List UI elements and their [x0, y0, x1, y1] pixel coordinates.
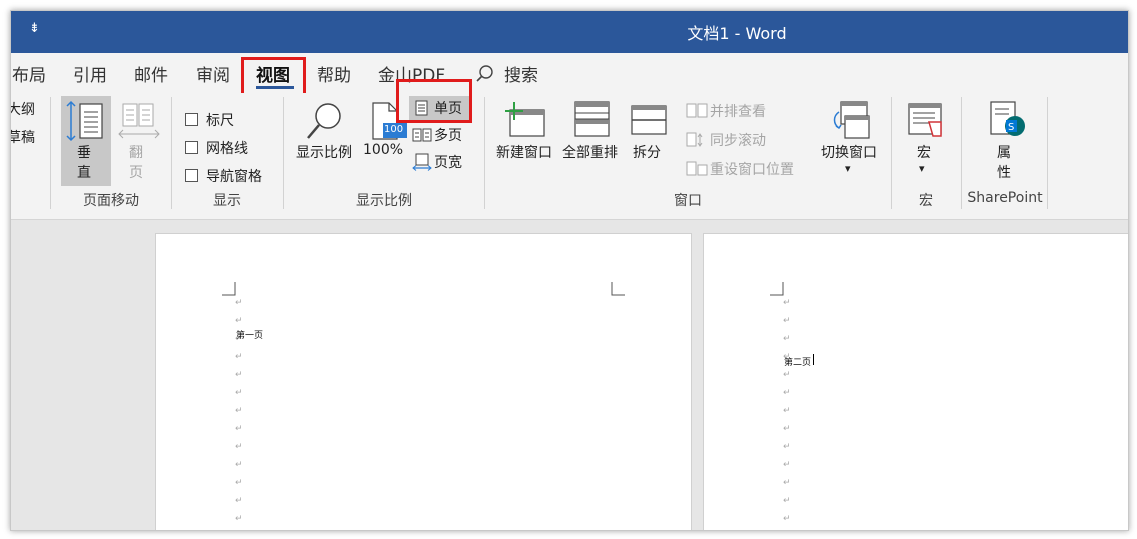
tab-review[interactable]: 审阅 — [196, 61, 230, 86]
crop-mark-top-left — [222, 282, 236, 296]
switch-windows-button[interactable]: 切换窗口 ▾ — [817, 96, 883, 186]
crop-mark-top-left — [770, 282, 784, 296]
flip-label-1: 翻 — [129, 145, 143, 161]
magnifier-icon — [307, 103, 341, 139]
document-area[interactable]: ↵ ↵ ↵ ↵ ↵ ↵ ↵ ↵ ↵ ↵ ↵ ↵ ↵ 第一页 ↵ ↵ ↵ ↵ ↵ ↵ ↵ ↵ ↵ ↵ ↵ ↵ ↵ 第二页 — [11, 220, 1128, 530]
sync-scrolling-button[interactable]: 同步滚动 — [684, 130, 804, 152]
window-group-label: 窗口 — [674, 193, 702, 209]
gridlines-checkbox[interactable] — [185, 141, 198, 154]
macros-group-label: 宏 — [919, 193, 933, 209]
crop-mark-top-right — [611, 282, 625, 296]
word-window: ⇟ 文档1 - Word 布局 引用 邮件 审阅 视图 帮助 金山PDF 搜索 … — [10, 10, 1129, 531]
tab-layout[interactable]: 布局 — [12, 61, 46, 86]
vertical-page-icon — [66, 100, 103, 142]
page-1[interactable]: ↵ ↵ ↵ ↵ ↵ ↵ ↵ ↵ ↵ ↵ ↵ ↵ ↵ 第一页 — [155, 233, 692, 530]
title-bar: ⇟ 文档1 - Word — [11, 11, 1128, 53]
properties-label-1: 属 — [997, 145, 1011, 161]
nav-pane-checkbox[interactable] — [185, 169, 198, 182]
side-by-side-icon — [686, 103, 708, 118]
sync-scrolling-label: 同步滚动 — [710, 133, 766, 149]
sharepoint-properties-button[interactable]: S 属 性 — [981, 96, 1031, 186]
split-button[interactable]: 拆分 — [627, 96, 671, 186]
reset-window-position-button[interactable]: 重设窗口位置 — [684, 159, 814, 181]
macros-caret: ▾ — [919, 162, 925, 175]
page-2[interactable]: ↵ ↵ ↵ ↵ ↵ ↵ ↵ ↵ ↵ ↵ ↵ ↵ ↵ 第二页 — [703, 233, 1128, 530]
tab-help[interactable]: 帮助 — [317, 61, 351, 86]
page-2-text: 第二页 — [784, 358, 812, 368]
tab-mailings[interactable]: 邮件 — [134, 61, 168, 86]
split-label: 拆分 — [633, 145, 661, 161]
page-width-label: 页宽 — [434, 155, 462, 171]
page-movement-group-label: 页面移动 — [83, 193, 139, 209]
multiple-pages-icon — [412, 128, 432, 142]
sharepoint-properties-icon: S — [990, 101, 1025, 136]
reset-window-position-label: 重设窗口位置 — [710, 162, 794, 178]
page-width-icon — [412, 153, 432, 171]
flip-page-icon — [118, 103, 160, 139]
arrange-all-icon — [574, 101, 610, 137]
ribbon: 大纲 草稿 垂 直 — [11, 93, 1128, 220]
macros-label: 宏 — [917, 145, 931, 161]
multiple-pages-label: 多页 — [434, 128, 462, 144]
new-window-label: 新建窗口 — [496, 145, 552, 161]
switch-windows-label: 切换窗口 — [821, 145, 877, 161]
text-cursor — [813, 354, 814, 365]
zoom-group-label: 显示比例 — [356, 193, 412, 209]
tab-search[interactable]: 搜索 — [504, 61, 538, 86]
flip-label-2: 页 — [129, 165, 143, 181]
tab-references[interactable]: 引用 — [73, 61, 107, 86]
paragraph-marks: ↵ ↵ ↵ ↵ ↵ ↵ ↵ ↵ ↵ ↵ ↵ ↵ ↵ — [783, 298, 791, 524]
draft-view-button[interactable]: 草稿 — [11, 127, 35, 147]
ruler-label: 标尺 — [206, 113, 234, 129]
page-1-text: 第一页 — [236, 331, 264, 341]
view-tab-highlight-box — [241, 57, 306, 97]
zoom-100-label: 100% — [363, 142, 404, 158]
macros-button[interactable]: 宏 ▾ — [901, 96, 949, 186]
svg-text:S: S — [1008, 122, 1014, 133]
switch-windows-caret: ▾ — [845, 162, 851, 175]
search-icon[interactable] — [475, 64, 495, 88]
arrange-all-button[interactable]: 全部重排 — [560, 96, 624, 186]
switch-windows-icon — [833, 101, 870, 139]
view-side-by-side-button[interactable]: 并排查看 — [684, 101, 804, 123]
arrange-all-label: 全部重排 — [562, 145, 618, 161]
window-title: 文档1 - Word — [687, 24, 787, 43]
new-window-button[interactable]: 新建窗口 — [494, 96, 558, 186]
vertical-page-movement-button[interactable]: 垂 直 — [61, 96, 111, 186]
page-width-button[interactable]: 页宽 — [409, 150, 469, 174]
show-group-label: 显示 — [213, 193, 241, 209]
ruler-checkbox[interactable] — [185, 113, 198, 126]
view-side-by-side-label: 并排查看 — [710, 104, 766, 120]
outline-view-button[interactable]: 大纲 — [11, 99, 35, 119]
nav-pane-label: 导航窗格 — [206, 169, 262, 185]
zoom-button[interactable]: 显示比例 — [294, 96, 356, 186]
vertical-label-2: 直 — [77, 165, 91, 181]
sharepoint-group-label: SharePoint — [967, 190, 1043, 206]
new-window-icon — [505, 102, 545, 137]
ribbon-tabs: 布局 引用 邮件 审阅 视图 帮助 金山PDF 搜索 — [11, 53, 1128, 93]
vertical-label-1: 垂 — [77, 145, 91, 161]
macros-icon — [908, 103, 942, 137]
reset-position-icon — [686, 161, 708, 176]
zoom-100-badge-text: 100 — [384, 124, 404, 135]
multiple-pages-button[interactable]: 多页 — [409, 123, 469, 147]
side-to-side-page-button[interactable]: 翻 页 — [113, 96, 163, 186]
one-page-highlight-box — [396, 79, 472, 123]
properties-label-2: 性 — [997, 165, 1011, 181]
gridlines-label: 网格线 — [206, 141, 248, 157]
sync-scroll-icon — [686, 132, 703, 147]
split-icon — [631, 105, 667, 135]
zoom-label: 显示比例 — [296, 145, 352, 161]
